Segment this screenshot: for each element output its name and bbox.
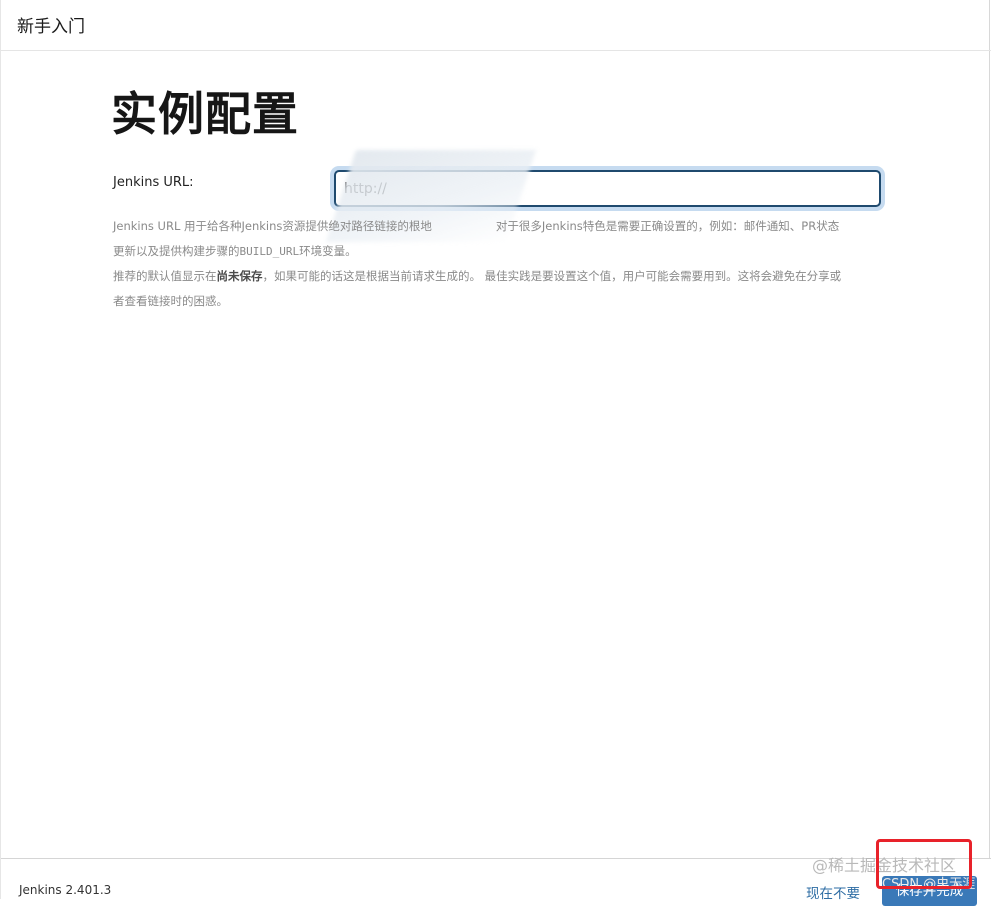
- help-paragraph-1: Jenkins URL 用于给各种Jenkins资源提供绝对路径链接的根地 对于很…: [113, 214, 883, 264]
- help-text: Jenkins URL 用于给各种Jenkins资源提供绝对路径链接的根地: [113, 219, 432, 233]
- dialog-title: 新手入门: [17, 17, 85, 37]
- env-var-code: BUILD_URL: [239, 244, 300, 258]
- page-title: 实例配置: [111, 87, 299, 141]
- help-text: 推荐的默认值显示在: [113, 269, 217, 283]
- dialog-header: 新手入门: [1, 0, 991, 51]
- help-paragraph-2: 推荐的默认值显示在尚未保存，如果可能的话这是根据当前请求生成的。 最佳实践是要设…: [113, 264, 883, 313]
- watermark-csdn: CSDN @虫无涯: [882, 877, 976, 892]
- setup-wizard-dialog: 新手入门 实例配置 Jenkins URL: Jenkins URL 用于给各种…: [0, 0, 991, 899]
- jenkins-url-label: Jenkins URL:: [113, 175, 194, 190]
- not-now-button[interactable]: 现在不要: [806, 882, 860, 902]
- jenkins-url-help-text: Jenkins URL 用于给各种Jenkins资源提供绝对路径链接的根地 对于很…: [113, 214, 883, 313]
- help-bold-text: 尚未保存: [216, 269, 263, 283]
- help-text: 更新以及提供构建步骤的: [113, 243, 240, 258]
- jenkins-url-input[interactable]: [334, 170, 881, 207]
- help-text: ，如果可能的话这是根据当前请求生成的。 最佳实践是要设置这个值，用户可能会需要用…: [262, 269, 842, 283]
- help-text: 者查看链接时的困惑。: [113, 293, 228, 308]
- help-text: 对于很多Jenkins特色是需要正确设置的，例如：邮件通知、PR状态: [495, 219, 840, 233]
- jenkins-version: Jenkins 2.401.3: [19, 883, 112, 897]
- help-text: 环境变量。: [299, 243, 357, 258]
